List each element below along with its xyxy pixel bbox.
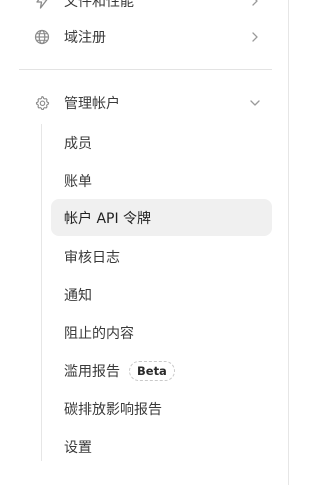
submenu-item-blocked-content[interactable]: 阻止的内容 — [51, 314, 272, 351]
submenu-tree-line — [41, 124, 42, 461]
submenu-item-members[interactable]: 成员 — [51, 124, 272, 161]
submenu-item-label: 设置 — [64, 439, 92, 456]
sidebar-divider — [19, 69, 272, 70]
lightning-icon — [33, 0, 51, 10]
sidebar: 文件和性能 域注册 管理帐户 成员 账单 帐户 API 令牌 审核日志 通知 阻… — [0, 0, 289, 485]
chevron-down-icon — [248, 96, 262, 110]
sidebar-item-domain-registration[interactable]: 域注册 — [19, 19, 272, 55]
submenu-item-carbon-impact-report[interactable]: 碳排放影响报告 — [51, 390, 272, 427]
submenu-item-account-api-tokens[interactable]: 帐户 API 令牌 — [51, 199, 272, 236]
submenu-item-abuse-reports[interactable]: 滥用报告 Beta — [51, 352, 272, 389]
submenu-item-audit-log[interactable]: 审核日志 — [51, 238, 272, 275]
submenu-item-label: 阻止的内容 — [64, 325, 134, 342]
sidebar-item-files-performance[interactable]: 文件和性能 — [19, 0, 272, 19]
submenu-item-label: 审核日志 — [64, 249, 120, 266]
sidebar-item-label: 管理帐户 — [64, 96, 120, 112]
globe-icon — [33, 28, 51, 46]
chevron-right-icon — [248, 0, 262, 8]
submenu-item-settings[interactable]: 设置 — [51, 428, 272, 465]
submenu-item-label: 滥用报告 — [64, 363, 120, 380]
submenu-item-billing[interactable]: 账单 — [51, 162, 272, 199]
sidebar-item-manage-account[interactable]: 管理帐户 — [19, 85, 272, 121]
submenu-item-label: 通知 — [64, 287, 92, 304]
beta-badge: Beta — [129, 360, 175, 381]
submenu-item-notifications[interactable]: 通知 — [51, 276, 272, 313]
sidebar-item-label: 文件和性能 — [64, 0, 134, 10]
submenu-item-label: 账单 — [64, 173, 92, 190]
chevron-right-icon — [248, 30, 262, 44]
gear-icon — [33, 94, 51, 112]
submenu-item-label: 碳排放影响报告 — [64, 401, 162, 418]
sidebar-item-label: 域注册 — [64, 30, 106, 46]
submenu-item-label: 成员 — [64, 135, 92, 152]
submenu-item-label: 帐户 API 令牌 — [64, 210, 152, 227]
